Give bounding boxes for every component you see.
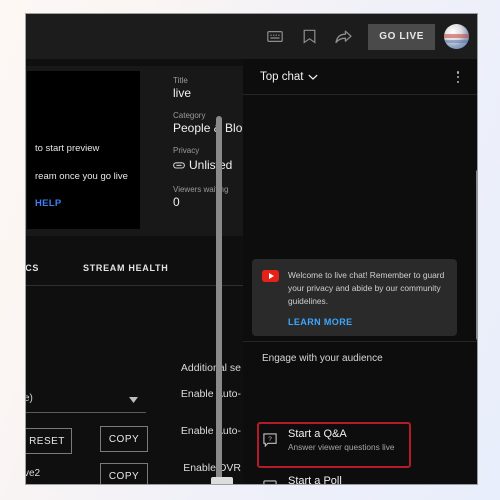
settings-select-value: e) — [26, 393, 33, 404]
stream-panel-scrollbar[interactable] — [216, 116, 222, 484]
viewers-waiting-value: 0 — [173, 195, 180, 209]
chat-scrollbar[interactable] — [476, 169, 477, 341]
chevron-down-icon — [129, 395, 138, 406]
link-icon — [173, 156, 185, 174]
learn-more-link[interactable]: LEARN MORE — [288, 317, 447, 327]
engage-section-title: Engage with your audience — [262, 353, 383, 364]
go-live-button[interactable]: GO LIVE — [368, 23, 435, 50]
reset-button[interactable]: RESET — [26, 428, 72, 454]
stream-preview: to start preview ream once you go live H… — [27, 71, 140, 229]
chat-header: Top chat — [243, 59, 477, 95]
youtube-live-control-room-window: GO LIVE to start preview ream once you g… — [26, 14, 477, 484]
action-start-poll[interactable]: Start a Poll Let your viewers weigh in — [252, 468, 477, 484]
preview-line-1: to start preview — [35, 143, 100, 154]
avatar[interactable] — [444, 24, 469, 49]
settings-select[interactable]: e) — [26, 389, 146, 413]
preview-section: to start preview ream once you go live H… — [26, 66, 243, 236]
top-bar: GO LIVE — [26, 14, 477, 59]
stream-metadata: Title live Category People & Blo Privacy… — [173, 76, 243, 220]
privacy-value: Unlisted — [189, 158, 233, 172]
chat-welcome-card: Welcome to live chat! Remember to guard … — [252, 259, 457, 337]
tab-stream-health[interactable]: STREAM HEALTH — [83, 263, 168, 273]
help-link[interactable]: HELP — [35, 198, 62, 209]
horizontal-scroll-nub[interactable] — [211, 477, 233, 484]
action-poll-title: Start a Poll — [288, 474, 342, 484]
stream-panel: to start preview ream once you go live H… — [26, 59, 243, 484]
action-start-qa[interactable]: ? Start a Q&A Answer viewer questions li… — [252, 421, 477, 459]
stream-field-1-value: ve2 — [26, 468, 41, 479]
additional-settings-label: Additional se — [180, 362, 241, 374]
chevron-down-icon — [308, 71, 319, 83]
category-label: Category — [173, 111, 206, 120]
viewers-waiting-label: Viewers waiting — [173, 185, 229, 194]
preview-line-2: ream once you go live — [35, 171, 128, 182]
copy-button-1[interactable]: COPY — [100, 426, 148, 452]
option-enable-auto-1[interactable]: Enable Auto- — [181, 388, 241, 400]
option-enable-auto-2[interactable]: Enable Auto- — [181, 425, 241, 437]
chat-mode-label: Top chat — [260, 70, 304, 83]
youtube-play-icon — [262, 270, 279, 282]
chat-options-menu[interactable] — [451, 69, 465, 85]
title-value: live — [173, 86, 192, 100]
privacy-row: Unlisted — [173, 156, 243, 174]
stream-field-1[interactable]: ve2 — [26, 467, 86, 484]
svg-text:?: ? — [268, 436, 272, 443]
category-value: People & Blo — [173, 121, 243, 135]
page-root: GO LIVE to start preview ream once you g… — [0, 0, 500, 500]
bar-chart-icon — [252, 480, 288, 484]
bookmark-icon[interactable] — [294, 22, 324, 52]
title-label: Title — [173, 76, 188, 85]
tab-analytics[interactable]: ICS — [26, 263, 39, 273]
action-qa-subtitle: Answer viewer questions live — [288, 441, 395, 452]
chat-mode-selector[interactable]: Top chat — [260, 70, 319, 83]
action-qa-title: Start a Q&A — [288, 427, 347, 440]
share-icon[interactable] — [328, 22, 358, 52]
chat-panel: Top chat Welcome to live chat! Remember … — [243, 59, 477, 484]
ticket-icon[interactable] — [260, 22, 290, 52]
divider — [243, 341, 477, 342]
stream-tabs: ICS STREAM HEALTH — [26, 252, 243, 286]
question-box-icon: ? — [252, 433, 288, 447]
option-enable-dvr[interactable]: Enable DVR — [183, 462, 241, 474]
copy-button-2[interactable]: COPY — [100, 463, 148, 484]
chat-welcome-text: Welcome to live chat! Remember to guard … — [288, 270, 445, 307]
stream-settings: Additional se e) RESET COPY COPY COPY ve… — [26, 285, 243, 484]
privacy-label: Privacy — [173, 146, 200, 155]
